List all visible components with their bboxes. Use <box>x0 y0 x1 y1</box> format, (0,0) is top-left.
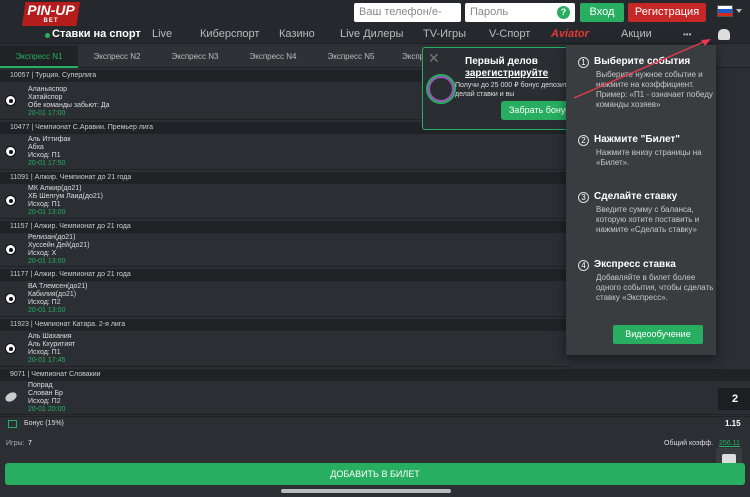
bonus-label: Бонус (15%) <box>24 420 64 427</box>
step-title: Сделайте ставку <box>594 191 678 202</box>
hockey-puck-icon <box>3 390 19 404</box>
event-row[interactable]: Попрад Слован Бр Исход: П2 20-01 20:00 2 <box>0 381 750 415</box>
tab-express-1[interactable]: Экспресс N1 <box>0 46 78 68</box>
promo-text: Получи до 25 000 ₽ бонус депозит, делай … <box>455 82 569 98</box>
soccer-ball-icon <box>5 293 16 304</box>
phone-email-input[interactable]: Ваш телефон/e-mail <box>354 3 461 37</box>
close-icon[interactable]: ✕ <box>428 51 440 65</box>
event-time: 20-01 17:50 <box>28 160 66 167</box>
event-group-header: 11091 | Алжир. Чемпионат до 21 года <box>0 172 570 184</box>
logo[interactable]: PIN-UP BET <box>22 2 80 26</box>
add-to-ticket-button[interactable]: ДОБАВИТЬ В БИЛЕТ <box>5 463 745 485</box>
event-row[interactable]: МК Алжир(до21) ХБ Шелгум Лаид(до21) Исхо… <box>0 184 570 219</box>
event-time: 20-01 13:00 <box>28 307 66 314</box>
soccer-ball-icon <box>5 343 16 354</box>
promo-title-link[interactable]: зарегистрируйте <box>465 68 577 80</box>
login-button[interactable]: Вход <box>580 3 624 22</box>
event-row[interactable]: Релизан(до21) Хуссейн Дей(до21) Исход: Х… <box>0 233 570 267</box>
logo-text: PIN-UP <box>27 2 75 18</box>
event-time: 20-01 17:00 <box>28 110 66 117</box>
event-row[interactable]: ВА Тлемсен(до21) Кабилия(до21) Исход: П2… <box>0 281 570 317</box>
tab-express-6[interactable]: Экспр <box>390 46 422 68</box>
step-title: Нажмите "Билет" <box>594 134 681 145</box>
promo-title: Первый делов зарегистрируйте <box>465 56 577 80</box>
user-settings-icon[interactable] <box>718 29 730 40</box>
register-button[interactable]: Регистрация <box>628 3 706 22</box>
event-row[interactable]: Аль Иттифак Абха Исход: П1 20-01 17:50 <box>0 134 570 170</box>
video-tutorial-button[interactable]: Видеообучение <box>613 325 703 344</box>
gift-icon <box>428 76 454 102</box>
soccer-ball-icon <box>5 244 16 255</box>
step-title: Экспресс ставка <box>594 259 676 270</box>
side-coefficient[interactable]: 2 <box>718 388 750 410</box>
chevron-down-icon[interactable] <box>736 9 742 13</box>
event-row[interactable]: Аль Шахания Аль Кхуритият Исход: П1 20-0… <box>0 331 570 367</box>
step-text: Введите сумму с баланса, которую хотите … <box>596 205 700 234</box>
event-time: 20-01 13:00 <box>28 258 66 265</box>
event-group-header: 11177 | Алжир. Чемпионат до 21 года <box>0 269 570 281</box>
event-group-header: 11923 | Чемпионат Катара. 2-я лига <box>0 319 570 331</box>
nav-esports[interactable]: Киберспорт <box>200 26 259 43</box>
promo-popup: ✕ Первый делов зарегистрируйте Получи до… <box>422 47 577 130</box>
soccer-ball-icon <box>5 95 16 106</box>
nav-v-sport[interactable]: V-Спорт <box>489 26 530 43</box>
total-coef-label: Общий коэфф. <box>664 440 714 447</box>
tab-express-2[interactable]: Экспресс N2 <box>78 46 156 68</box>
soccer-ball-icon <box>5 146 16 157</box>
tab-express-5[interactable]: Экспресс N5 <box>312 46 390 68</box>
nav-tv-games[interactable]: TV-Игры <box>423 26 466 43</box>
soccer-ball-icon <box>5 195 16 206</box>
games-label: Игры: <box>6 440 25 447</box>
nav-sport[interactable]: Ставки на спорт <box>52 26 141 43</box>
nav-indicator-dot <box>45 33 50 38</box>
top-header: PIN-UP BET Ваш телефон/e-mail Пароль ? В… <box>0 0 750 37</box>
step-number: 2 <box>578 135 589 146</box>
event-group-header: 11157 | Алжир. Чемпионат до 21 года <box>0 221 570 233</box>
nav-live-dealers[interactable]: Live Дилеры <box>340 26 403 43</box>
step-text: Добавляйте в билет более одного события,… <box>596 273 714 302</box>
event-time: 20-01 13:00 <box>28 209 66 216</box>
games-count: 7 <box>28 440 32 447</box>
step-text: Нажмите внизу страницы на «Билет». <box>596 148 702 167</box>
help-icon[interactable]: ? <box>557 6 570 19</box>
event-time: 20-01 17:45 <box>28 357 66 364</box>
language-flag-icon[interactable] <box>717 5 733 17</box>
summary-row: Игры: 7 Общий коэфф. 256.11 <box>0 438 750 450</box>
promo-title-line1: Первый делов <box>465 56 538 67</box>
event-group-header: 9071 | Чемпионат Словакии <box>0 369 750 381</box>
step-number: 3 <box>578 192 589 203</box>
tab-express-4[interactable]: Экспресс N4 <box>234 46 312 68</box>
step-number: 4 <box>578 260 589 271</box>
nav-casino[interactable]: Казино <box>279 26 315 43</box>
pointer-arrow <box>573 39 711 99</box>
gift-icon <box>8 420 17 428</box>
home-indicator <box>281 489 451 493</box>
bonus-value: 1.15 <box>725 419 741 428</box>
logo-subtext: BET <box>43 18 59 24</box>
nav-live[interactable]: Live <box>152 26 172 43</box>
tab-express-3[interactable]: Экспресс N3 <box>156 46 234 68</box>
bonus-row: Бонус (15%) 1.15 <box>0 416 750 430</box>
event-time: 20-01 20:00 <box>28 406 66 413</box>
